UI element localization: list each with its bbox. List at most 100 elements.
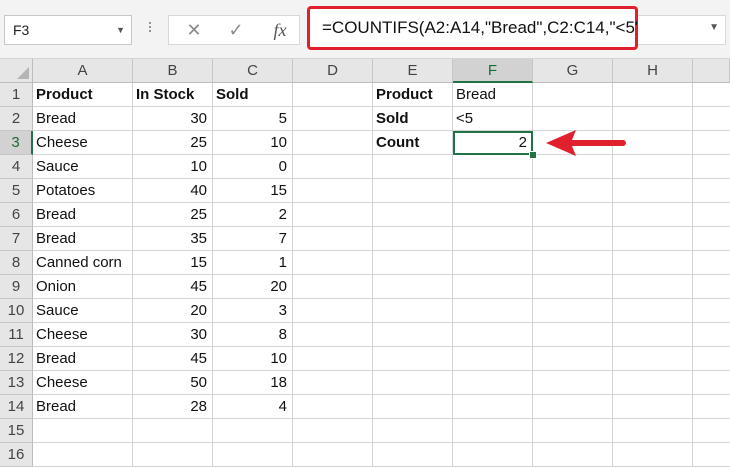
cancel-icon[interactable]: ✕ [177, 16, 211, 44]
cell-e16[interactable] [373, 443, 453, 467]
cell-b8[interactable]: 15 [133, 251, 213, 275]
row-header-8[interactable]: 8 [0, 251, 33, 275]
cell-g1[interactable] [533, 83, 613, 107]
cell-b4[interactable]: 10 [133, 155, 213, 179]
active-cell-f3[interactable]: 2 [453, 131, 533, 155]
cell-d8[interactable] [293, 251, 373, 275]
cell-d4[interactable] [293, 155, 373, 179]
cell-c5[interactable]: 15 [213, 179, 293, 203]
cell-filler[interactable] [693, 179, 730, 203]
cell-a14[interactable]: Bread [33, 395, 133, 419]
cell-g13[interactable] [533, 371, 613, 395]
cell-b7[interactable]: 35 [133, 227, 213, 251]
cell-filler[interactable] [693, 299, 730, 323]
cell-c10[interactable]: 3 [213, 299, 293, 323]
cell-e5[interactable] [373, 179, 453, 203]
row-header-13[interactable]: 13 [0, 371, 33, 395]
expand-chevron-icon[interactable]: ▼ [709, 22, 719, 33]
cell-b2[interactable]: 30 [133, 107, 213, 131]
cell-d16[interactable] [293, 443, 373, 467]
cell-g14[interactable] [533, 395, 613, 419]
row-header-5[interactable]: 5 [0, 179, 33, 203]
cell-filler[interactable] [693, 347, 730, 371]
cell-h13[interactable] [613, 371, 693, 395]
cell-filler[interactable] [693, 227, 730, 251]
cell-f1[interactable]: Bread [453, 83, 533, 107]
column-header-g[interactable]: G [533, 59, 613, 83]
cell-e1[interactable]: Product [373, 83, 453, 107]
cell-c7[interactable]: 7 [213, 227, 293, 251]
cell-d11[interactable] [293, 323, 373, 347]
cell-d15[interactable] [293, 419, 373, 443]
row-header-4[interactable]: 4 [0, 155, 33, 179]
row-header-6[interactable]: 6 [0, 203, 33, 227]
cell-a5[interactable]: Potatoes [33, 179, 133, 203]
cell-a3[interactable]: Cheese [33, 131, 133, 155]
cell-e10[interactable] [373, 299, 453, 323]
column-header-e[interactable]: E [373, 59, 453, 83]
cell-b13[interactable]: 50 [133, 371, 213, 395]
cell-filler[interactable] [693, 323, 730, 347]
row-header-1[interactable]: 1 [0, 83, 33, 107]
cell-c6[interactable]: 2 [213, 203, 293, 227]
cell-h12[interactable] [613, 347, 693, 371]
formula-input[interactable]: =COUNTIFS(A2:A14,"Bread",C2:C14,"<5") [307, 6, 647, 50]
cell-d3[interactable] [293, 131, 373, 155]
cell-filler[interactable] [693, 275, 730, 299]
cell-g5[interactable] [533, 179, 613, 203]
cell-f9[interactable] [453, 275, 533, 299]
cell-h16[interactable] [613, 443, 693, 467]
cell-filler[interactable] [693, 83, 730, 107]
cell-h1[interactable] [613, 83, 693, 107]
cell-h5[interactable] [613, 179, 693, 203]
cell-e11[interactable] [373, 323, 453, 347]
cell-g7[interactable] [533, 227, 613, 251]
cell-b5[interactable]: 40 [133, 179, 213, 203]
cell-b3[interactable]: 25 [133, 131, 213, 155]
cell-f6[interactable] [453, 203, 533, 227]
cell-c13[interactable]: 18 [213, 371, 293, 395]
cell-filler[interactable] [693, 107, 730, 131]
drag-handle-icon[interactable] [147, 20, 153, 38]
cell-c2[interactable]: 5 [213, 107, 293, 131]
cell-f16[interactable] [453, 443, 533, 467]
cell-g12[interactable] [533, 347, 613, 371]
cell-f10[interactable] [453, 299, 533, 323]
cell-h4[interactable] [613, 155, 693, 179]
column-header-b[interactable]: B [133, 59, 213, 83]
cell-d10[interactable] [293, 299, 373, 323]
cell-c15[interactable] [213, 419, 293, 443]
row-header-15[interactable]: 15 [0, 419, 33, 443]
row-header-12[interactable]: 12 [0, 347, 33, 371]
name-box[interactable]: F3 ▼ [4, 15, 132, 45]
cell-e8[interactable] [373, 251, 453, 275]
cell-b15[interactable] [133, 419, 213, 443]
cell-h8[interactable] [613, 251, 693, 275]
cell-b16[interactable] [133, 443, 213, 467]
row-header-7[interactable]: 7 [0, 227, 33, 251]
cell-c16[interactable] [213, 443, 293, 467]
cell-c8[interactable]: 1 [213, 251, 293, 275]
cell-b10[interactable]: 20 [133, 299, 213, 323]
cell-filler[interactable] [693, 251, 730, 275]
row-header-9[interactable]: 9 [0, 275, 33, 299]
insert-function-icon[interactable]: fx [263, 16, 297, 44]
cell-d5[interactable] [293, 179, 373, 203]
cell-filler[interactable] [693, 155, 730, 179]
cell-a6[interactable]: Bread [33, 203, 133, 227]
cell-g9[interactable] [533, 275, 613, 299]
cell-a2[interactable]: Bread [33, 107, 133, 131]
cell-g8[interactable] [533, 251, 613, 275]
cell-d1[interactable] [293, 83, 373, 107]
cell-c3[interactable]: 10 [213, 131, 293, 155]
cell-filler[interactable] [693, 395, 730, 419]
cell-b6[interactable]: 25 [133, 203, 213, 227]
row-header-16[interactable]: 16 [0, 443, 33, 467]
cell-f13[interactable] [453, 371, 533, 395]
cell-b12[interactable]: 45 [133, 347, 213, 371]
cell-c14[interactable]: 4 [213, 395, 293, 419]
cell-h7[interactable] [613, 227, 693, 251]
cell-e9[interactable] [373, 275, 453, 299]
cell-filler[interactable] [693, 443, 730, 467]
cell-d13[interactable] [293, 371, 373, 395]
